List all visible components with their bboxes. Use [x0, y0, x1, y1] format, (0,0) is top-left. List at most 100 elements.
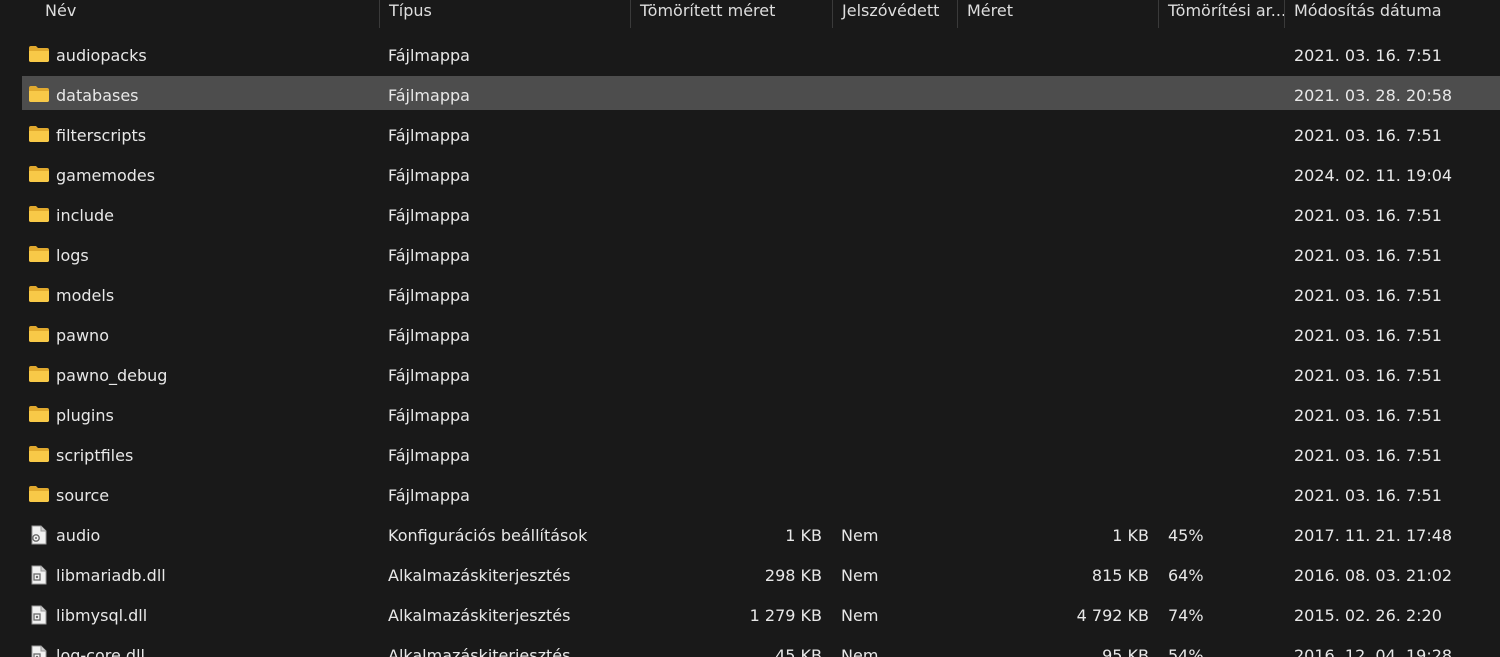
dll-file-icon [28, 605, 50, 625]
cell-modified: 2021. 03. 16. 7:51 [1294, 326, 1442, 345]
cell-size: 4 792 KB [1076, 606, 1149, 625]
cell-compressed: 1 279 KB [749, 606, 822, 625]
column-resize-handle[interactable] [1158, 0, 1159, 28]
cell-ratio [1168, 396, 1278, 430]
cell-type: Fájlmappa [388, 406, 470, 425]
cell-size [962, 116, 1149, 150]
column-header-compressed[interactable]: Tömörített méret [631, 0, 832, 28]
cell-name: databases [56, 86, 139, 105]
folder-icon [28, 245, 50, 263]
column-header-modified[interactable]: Módosítás dátuma [1285, 0, 1500, 28]
cell-type: Fájlmappa [388, 166, 470, 185]
file-row[interactable]: audio Konfigurációs beállítások 1 KB Nem 1 K… [22, 516, 1500, 550]
file-row[interactable]: gamemodes Fájlmappa 2024. 02. 11. 19:04 [22, 156, 1500, 190]
file-row[interactable]: audiopacks Fájlmappa 2021. 03. 16. 7:51 [22, 36, 1500, 70]
file-row[interactable]: source Fájlmappa 2021. 03. 16. 7:51 [22, 476, 1500, 510]
file-row[interactable]: pawno_debug Fájlmappa 2021. 03. 16. 7:51 [22, 356, 1500, 390]
cell-size [962, 76, 1149, 110]
folder-icon [28, 85, 50, 103]
folder-icon [28, 365, 50, 383]
file-row[interactable]: logs Fájlmappa 2021. 03. 16. 7:51 [22, 236, 1500, 270]
folder-icon [28, 165, 50, 183]
file-row[interactable]: plugins Fájlmappa 2021. 03. 16. 7:51 [22, 396, 1500, 430]
column-resize-handle[interactable] [630, 0, 631, 28]
cell-size [962, 396, 1149, 430]
file-row[interactable]: databases Fájlmappa 2021. 03. 28. 20:58 [22, 76, 1500, 110]
file-row[interactable]: libmysql.dll Alkalmazáskiterjesztés 1 279 … [22, 596, 1500, 630]
cell-ratio [1168, 356, 1278, 390]
folder-icon [28, 325, 50, 343]
cell-name: filterscripts [56, 126, 147, 145]
cell-size [962, 316, 1149, 350]
cell-protected [841, 276, 951, 310]
file-row[interactable]: pawno Fájlmappa 2021. 03. 16. 7:51 [22, 316, 1500, 350]
cell-modified: 2016. 12. 04. 19:28 [1294, 646, 1453, 657]
cell-protected [841, 356, 951, 390]
cell-compressed: 298 KB [764, 566, 822, 585]
cell-name: gamemodes [56, 166, 156, 185]
cell-modified: 2021. 03. 16. 7:51 [1294, 286, 1442, 305]
cell-modified: 2021. 03. 16. 7:51 [1294, 126, 1442, 145]
cell-type: Alkalmazáskiterjesztés [388, 566, 571, 585]
cell-modified: 2021. 03. 16. 7:51 [1294, 46, 1442, 65]
cell-type: Fájlmappa [388, 286, 470, 305]
cell-type: Fájlmappa [388, 46, 470, 65]
cell-compressed: 1 KB [785, 526, 822, 545]
cell-name: log-core.dll [56, 646, 145, 657]
folder-icon [28, 205, 50, 223]
cell-ratio [1168, 436, 1278, 470]
cell-ratio: 64% [1168, 566, 1204, 585]
cell-type: Alkalmazáskiterjesztés [388, 606, 571, 625]
file-row[interactable]: include Fájlmappa 2021. 03. 16. 7:51 [22, 196, 1500, 230]
column-resize-handle[interactable] [1284, 0, 1285, 28]
cell-ratio [1168, 116, 1278, 150]
cell-compressed [632, 196, 822, 230]
cell-size: 815 KB [1091, 566, 1149, 585]
cell-protected [841, 436, 951, 470]
cell-type: Alkalmazáskiterjesztés [388, 646, 571, 657]
cell-name: logs [56, 246, 89, 265]
cell-compressed [632, 316, 822, 350]
cell-compressed [632, 36, 822, 70]
column-header-type[interactable]: Típus [380, 0, 630, 28]
file-row[interactable]: libmariadb.dll Alkalmazáskiterjesztés 298 … [22, 556, 1500, 590]
cell-compressed [632, 356, 822, 390]
column-resize-handle[interactable] [379, 0, 380, 28]
column-header-ratio[interactable]: Tömörítési ar... [1159, 0, 1284, 28]
cell-type: Fájlmappa [388, 326, 470, 345]
cell-compressed [632, 76, 822, 110]
cell-ratio [1168, 76, 1278, 110]
column-resize-handle[interactable] [957, 0, 958, 28]
cell-size: 1 KB [1112, 526, 1149, 545]
cell-name: models [56, 286, 115, 305]
file-row[interactable]: models Fájlmappa 2021. 03. 16. 7:51 [22, 276, 1500, 310]
column-header-size[interactable]: Méret [958, 0, 1158, 28]
cell-protected: Nem [841, 566, 879, 585]
cell-ratio [1168, 36, 1278, 70]
cell-compressed [632, 116, 822, 150]
column-resize-handle[interactable] [832, 0, 833, 28]
file-row[interactable]: scriptfiles Fájlmappa 2021. 03. 16. 7:51 [22, 436, 1500, 470]
cell-modified: 2021. 03. 16. 7:51 [1294, 366, 1442, 385]
file-row[interactable]: log-core.dll Alkalmazáskiterjesztés 45 KB N… [22, 636, 1500, 657]
cell-type: Fájlmappa [388, 366, 470, 385]
cell-type: Fájlmappa [388, 246, 470, 265]
column-header-protected[interactable]: Jelszóvédett [833, 0, 957, 28]
cell-name: include [56, 206, 114, 225]
file-row[interactable]: filterscripts Fájlmappa 2021. 03. 16. 7:51 [22, 116, 1500, 150]
cell-name: pawno_debug [56, 366, 168, 385]
cell-type: Fájlmappa [388, 86, 470, 105]
file-list-view: Név Típus Tömörített méret Jelszóvédett Mére… [0, 0, 1500, 657]
cell-protected: Nem [841, 606, 879, 625]
cell-compressed [632, 396, 822, 430]
cell-compressed [632, 436, 822, 470]
cell-protected [841, 196, 951, 230]
column-header-name[interactable]: Név [36, 0, 379, 28]
cell-compressed [632, 236, 822, 270]
folder-icon [28, 405, 50, 423]
cell-ratio: 54% [1168, 646, 1204, 657]
cell-modified: 2021. 03. 16. 7:51 [1294, 246, 1442, 265]
cell-name: audiopacks [56, 46, 147, 65]
cell-protected [841, 396, 951, 430]
folder-icon [28, 445, 50, 463]
